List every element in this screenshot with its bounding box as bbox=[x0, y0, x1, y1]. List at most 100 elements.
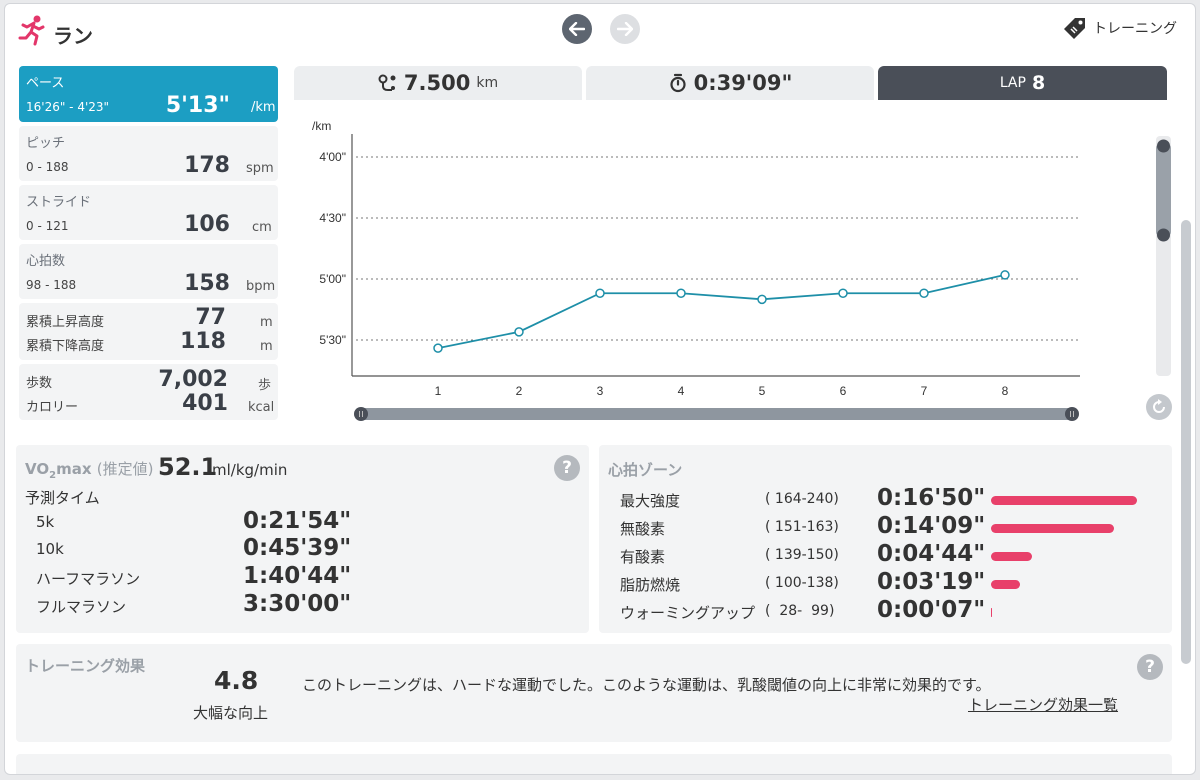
zone-range: ( 100-138) bbox=[765, 575, 839, 591]
distance-unit: km bbox=[476, 75, 499, 91]
tab-distance[interactable]: 7.500 km bbox=[294, 66, 582, 100]
zone-bar bbox=[991, 524, 1114, 533]
y-tick-label: 5'00" bbox=[319, 272, 346, 286]
prediction-name: フルマラソン bbox=[36, 598, 127, 616]
pace-data-point[interactable] bbox=[838, 288, 848, 298]
training-tag-link[interactable]: トレーニング bbox=[1063, 16, 1177, 40]
metric-unit: spm bbox=[246, 161, 274, 176]
metric-value: 5'13" bbox=[165, 93, 230, 118]
prediction-name: ハーフマラソン bbox=[36, 570, 141, 588]
range-slider-track[interactable] bbox=[356, 408, 1076, 420]
y-tick-label: 4'30" bbox=[319, 211, 346, 225]
prediction-time: 0:45'39" bbox=[243, 535, 352, 561]
zone-time: 0:04'44" bbox=[877, 541, 986, 567]
arrow-right-icon bbox=[617, 22, 633, 36]
metric-label: ストライド bbox=[26, 195, 92, 210]
metric-label: 歩数 bbox=[26, 376, 53, 391]
zone-bar bbox=[991, 496, 1137, 505]
tab-lap[interactable]: LAP 8 bbox=[878, 66, 1167, 100]
metric-label: 累積上昇高度 bbox=[26, 315, 105, 330]
x-tick-label: 6 bbox=[840, 384, 847, 398]
prediction-time: 1:40'44" bbox=[243, 563, 352, 589]
stopwatch-icon bbox=[669, 73, 686, 93]
metric-value: 401 bbox=[182, 391, 228, 416]
metric-heart-rate[interactable]: 心拍数 98 - 188 158 bpm bbox=[19, 244, 278, 299]
metric-range: 0 - 188 bbox=[26, 160, 69, 174]
tab-duration[interactable]: 0:39'09" bbox=[586, 66, 874, 100]
metric-value: 118 bbox=[180, 329, 226, 354]
metric-pitch[interactable]: ピッチ 0 - 188 178 spm bbox=[19, 126, 278, 181]
hr-zones-title: 心拍ゾーン bbox=[608, 461, 683, 479]
metric-range: 16'26" - 4'23" bbox=[26, 100, 110, 114]
metric-elevation: 累積上昇高度 77 m 累積下降高度 118 m bbox=[19, 303, 278, 360]
y-tick-label: 4'00" bbox=[319, 150, 346, 164]
training-effect-panel: トレーニング効果 4.8 大幅な向上 このトレーニングは、ハードな運動でした。こ… bbox=[16, 644, 1172, 742]
prediction-name: 5k bbox=[36, 513, 55, 531]
vo2max-unit: ml/kg/min bbox=[212, 461, 288, 479]
pace-data-point[interactable] bbox=[595, 288, 605, 298]
metric-label: 累積下降高度 bbox=[26, 339, 105, 354]
pace-data-point[interactable] bbox=[676, 288, 686, 298]
question-icon: ? bbox=[1145, 657, 1155, 677]
x-tick-label: 2 bbox=[516, 384, 523, 398]
zone-bar bbox=[991, 552, 1032, 561]
metric-value: 178 bbox=[184, 153, 230, 178]
pace-data-point[interactable] bbox=[1000, 270, 1010, 280]
pace-data-point[interactable] bbox=[919, 288, 929, 298]
range-slider-right-handle[interactable] bbox=[1065, 407, 1079, 421]
distance-value: 7.500 bbox=[403, 71, 471, 95]
zoom-slider-bottom-handle[interactable] bbox=[1157, 228, 1170, 242]
heart-rate-zones-panel: 心拍ゾーン 最大強度 ( 164-240) 0:16'50" 無酸素 ( 151-163… bbox=[599, 445, 1172, 633]
zone-range: ( 28- 99) bbox=[765, 603, 835, 619]
metric-stride[interactable]: ストライド 0 - 121 106 cm bbox=[19, 185, 278, 240]
zone-range: ( 139-150) bbox=[765, 547, 839, 563]
metric-pace[interactable]: ペース 16'26" - 4'23" 5'13" /km bbox=[19, 66, 278, 122]
question-icon: ? bbox=[562, 458, 572, 478]
training-tag-label: トレーニング bbox=[1093, 21, 1177, 37]
pace-data-point[interactable] bbox=[433, 343, 443, 353]
next-button[interactable] bbox=[610, 14, 640, 44]
duration-value: 0:39'09" bbox=[693, 71, 793, 95]
zone-time: 0:03'19" bbox=[877, 569, 986, 595]
metric-label: ペース bbox=[26, 76, 65, 91]
zone-time: 0:14'09" bbox=[877, 513, 986, 539]
training-effect-score: 4.8 bbox=[214, 666, 259, 695]
page-title: ラン bbox=[53, 24, 93, 48]
metric-value: 77 bbox=[195, 305, 226, 330]
metric-unit: /km bbox=[251, 100, 276, 115]
vo2max-help-button[interactable]: ? bbox=[554, 455, 580, 481]
runner-icon bbox=[18, 15, 45, 46]
metric-steps-calories: 歩数 7,002 歩 カロリー 401 kcal bbox=[19, 364, 278, 420]
training-effect-score-label: 大幅な向上 bbox=[193, 704, 269, 722]
training-effect-list-link[interactable]: トレーニング効果一覧 bbox=[968, 694, 1118, 715]
zoom-slider-top-handle[interactable] bbox=[1157, 139, 1170, 153]
training-effect-help-button[interactable]: ? bbox=[1137, 654, 1163, 680]
zone-name: 無酸素 bbox=[620, 520, 666, 538]
lap-value: 8 bbox=[1031, 72, 1046, 94]
metric-label: 心拍数 bbox=[26, 254, 66, 269]
metric-unit: m bbox=[260, 339, 273, 354]
arrow-left-icon bbox=[569, 22, 585, 36]
zone-name: 最大強度 bbox=[620, 492, 681, 510]
zone-range: ( 164-240) bbox=[765, 491, 839, 507]
metric-label: カロリー bbox=[26, 400, 79, 415]
vo2max-panel: VO2max (推定値) 52.1 ml/kg/min ? 予測タイム 5k 0… bbox=[16, 445, 589, 633]
pace-series-line bbox=[437, 274, 1006, 350]
metric-range: 0 - 121 bbox=[26, 219, 69, 233]
previous-button[interactable] bbox=[562, 14, 592, 44]
zone-bar bbox=[991, 580, 1020, 589]
reset-zoom-button[interactable] bbox=[1146, 394, 1172, 420]
training-effect-description: このトレーニングは、ハードな運動でした。このような運動は、乳酸閾値の向上に非常に… bbox=[302, 676, 991, 694]
zone-time: 0:16'50" bbox=[877, 485, 986, 511]
pace-data-point[interactable] bbox=[757, 294, 767, 305]
x-tick-label: 1 bbox=[435, 384, 442, 398]
zone-bar bbox=[991, 608, 992, 617]
pace-data-point[interactable] bbox=[514, 327, 524, 337]
zone-range: ( 151-163) bbox=[765, 519, 839, 535]
page-scrollbar[interactable] bbox=[1181, 220, 1191, 664]
metric-unit: bpm bbox=[246, 279, 276, 294]
next-panel bbox=[16, 754, 1172, 774]
training-effect-title: トレーニング効果 bbox=[25, 657, 146, 675]
zoom-slider-range[interactable] bbox=[1156, 144, 1171, 236]
range-slider-left-handle[interactable] bbox=[354, 407, 368, 421]
